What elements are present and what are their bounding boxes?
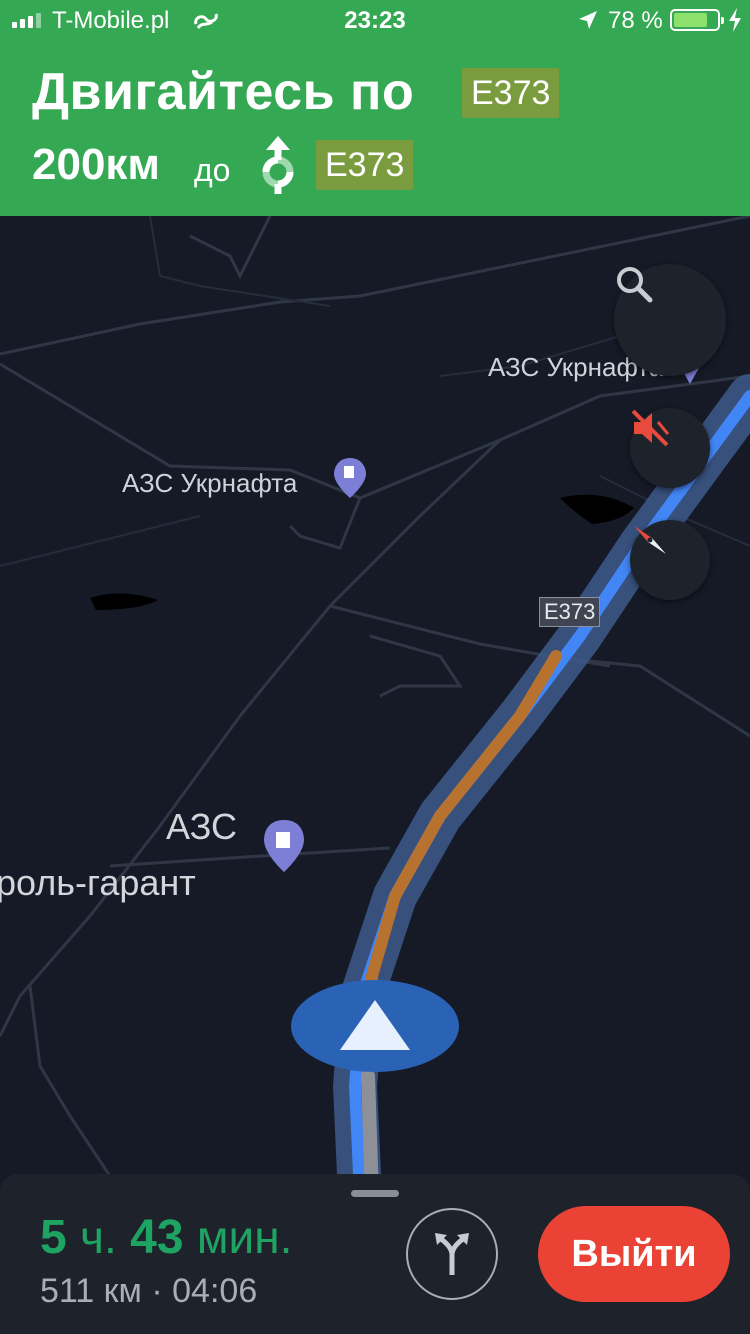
navigation-screen: T-Mobile.pl 23:23 78 % Двигайтесь по E37…: [0, 0, 750, 1334]
poi-label[interactable]: АЗС Укрнафта: [122, 468, 297, 499]
next-road-badge: E373: [316, 140, 414, 190]
hours-value: 5: [40, 1211, 67, 1264]
time-remaining: 5 ч. 43 мин.: [40, 1210, 292, 1265]
instruction-text: Двигайтесь по: [32, 63, 415, 121]
trip-summary-sheet[interactable]: 5 ч. 43 мин. 511 км · 04:06 Выйти: [0, 1174, 750, 1334]
location-arrow-icon: [578, 9, 598, 37]
road-badge: E373: [462, 68, 560, 118]
remaining-distance: 511 км: [40, 1272, 142, 1310]
compass-button[interactable]: [630, 520, 710, 600]
minutes-value: 43: [130, 1211, 184, 1264]
exit-button[interactable]: Выйти: [538, 1206, 730, 1302]
minutes-unit: мин.: [196, 1211, 293, 1263]
distance-to-maneuver: 200км: [32, 140, 160, 189]
roundabout-straight-icon: [258, 136, 298, 199]
arrival-time: 04:06: [172, 1272, 258, 1310]
status-bar: T-Mobile.pl 23:23 78 %: [0, 0, 750, 40]
hours-unit: ч.: [80, 1211, 117, 1263]
map-canvas: [0, 216, 750, 1334]
battery-percent: 78 %: [608, 7, 663, 34]
alternative-routes-button[interactable]: [406, 1208, 498, 1300]
to-label: до: [194, 152, 231, 188]
battery-icon: [670, 9, 724, 31]
drag-handle[interactable]: [351, 1190, 399, 1197]
separator: ·: [151, 1272, 163, 1310]
map-road-shield: E373: [539, 597, 601, 627]
map-view[interactable]: АЗС Укрнафта АЗС Укрнафта АЗС роль-гаран…: [0, 216, 750, 1334]
alt-routes-icon: [427, 1227, 477, 1282]
trip-details: 511 км · 04:06: [40, 1272, 257, 1311]
charging-bolt-icon: [728, 8, 742, 39]
search-button[interactable]: [614, 264, 726, 376]
mute-button[interactable]: [630, 408, 710, 488]
navigation-banner[interactable]: Двигайтесь по E373 200км до E373: [0, 40, 750, 216]
poi-label[interactable]: АЗС: [166, 806, 237, 848]
poi-label[interactable]: роль-гарант: [0, 862, 196, 904]
